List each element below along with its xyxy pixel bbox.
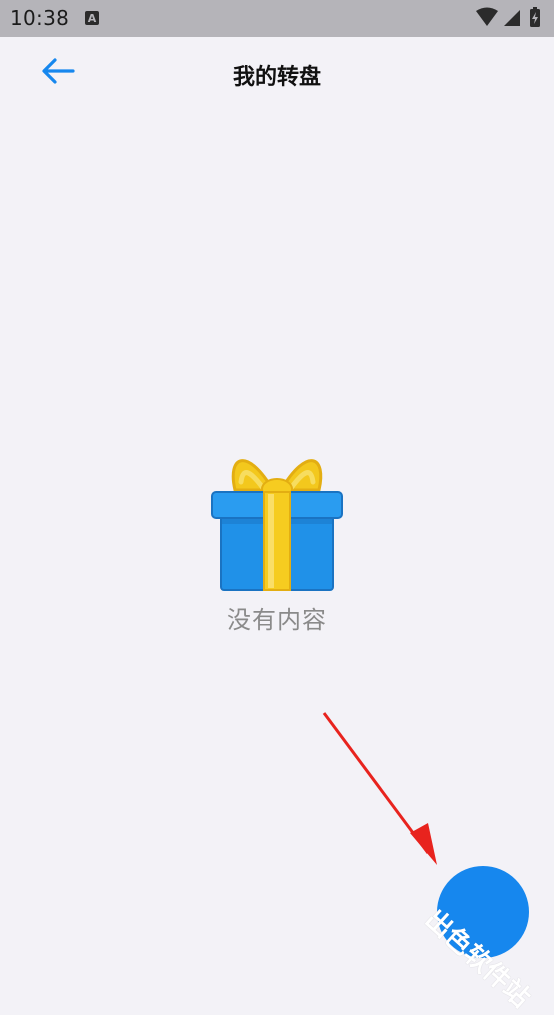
empty-state: 没有内容 [0, 452, 554, 635]
status-time: 10:38 [10, 6, 70, 30]
watermark-text: 出色软件站 [418, 904, 536, 1014]
battery-charging-icon [530, 7, 540, 27]
wifi-icon [476, 7, 498, 26]
empty-message: 没有内容 [227, 606, 327, 634]
watermark-badge: 出色软件站 [419, 866, 536, 1014]
app-header: 我的转盘 [0, 37, 554, 109]
status-icons [476, 7, 540, 27]
status-bar: 10:38 A [0, 0, 554, 37]
page-title: 我的转盘 [232, 65, 321, 90]
annotation-arrow [322, 712, 437, 865]
a-notification-icon: A [85, 11, 99, 25]
gift-box-icon [211, 459, 343, 591]
signal-icon [504, 10, 520, 26]
